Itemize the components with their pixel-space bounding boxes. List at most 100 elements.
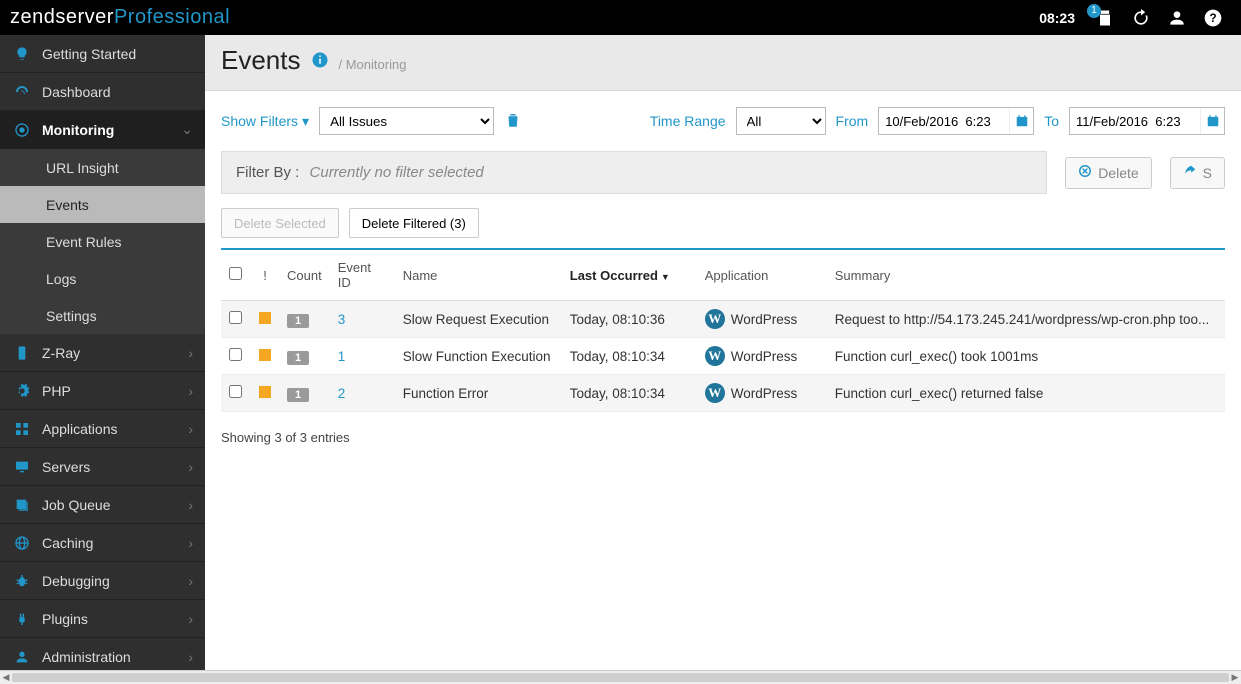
delete-label: Delete bbox=[1098, 165, 1138, 181]
col-severity[interactable]: ! bbox=[251, 249, 279, 301]
last-occurred: Today, 08:10:34 bbox=[562, 375, 697, 412]
time-range-select[interactable]: All bbox=[736, 107, 826, 135]
logo-professional: Professional bbox=[114, 6, 230, 28]
sidebar-item-label: Caching bbox=[42, 535, 188, 551]
sidebar-item-zray[interactable]: Z-Ray› bbox=[0, 334, 205, 372]
chevron-right-icon: › bbox=[188, 345, 193, 361]
sidebar-item-caching[interactable]: Caching› bbox=[0, 524, 205, 562]
bulb-icon bbox=[12, 46, 32, 62]
to-date-input[interactable] bbox=[1070, 108, 1200, 134]
summary: Function curl_exec() returned false bbox=[827, 375, 1225, 412]
sidebar-item-applications[interactable]: Applications› bbox=[0, 410, 205, 448]
show-filters-toggle[interactable]: Show Filters ▾ bbox=[221, 113, 309, 130]
chevron-right-icon: › bbox=[188, 649, 193, 665]
sidebar-item-label: Plugins bbox=[42, 611, 188, 627]
chevron-right-icon: › bbox=[188, 611, 193, 627]
event-id-link[interactable]: 1 bbox=[338, 349, 346, 364]
event-id-link[interactable]: 2 bbox=[338, 386, 346, 401]
table-row[interactable]: 11Slow Function ExecutionToday, 08:10:34… bbox=[221, 338, 1225, 375]
show-filters-label: Show Filters bbox=[221, 113, 298, 129]
col-name[interactable]: Name bbox=[395, 249, 562, 301]
share-button[interactable]: S bbox=[1170, 157, 1225, 189]
severity-indicator bbox=[259, 386, 271, 398]
user-icon bbox=[12, 649, 32, 665]
row-checkbox[interactable] bbox=[229, 348, 242, 361]
sidebar-subitem-event-rules[interactable]: Event Rules bbox=[0, 223, 205, 260]
content: Events / Monitoring Show Filters ▾ All I… bbox=[205, 35, 1241, 670]
sidebar-subitem-logs[interactable]: Logs bbox=[0, 260, 205, 297]
issues-select[interactable]: All Issues bbox=[319, 107, 494, 135]
delete-filtered-button[interactable]: Delete Filtered (3) bbox=[349, 208, 479, 238]
bug-icon bbox=[12, 573, 32, 589]
sidebar-item-administration[interactable]: Administration› bbox=[0, 638, 205, 670]
from-date-field[interactable] bbox=[878, 107, 1034, 135]
application-cell: WWordPress bbox=[705, 346, 819, 366]
user-icon[interactable] bbox=[1165, 6, 1189, 30]
sidebar-item-debugging[interactable]: Debugging› bbox=[0, 562, 205, 600]
row-checkbox[interactable] bbox=[229, 385, 242, 398]
col-count[interactable]: Count bbox=[279, 249, 330, 301]
sidebar-item-label: PHP bbox=[42, 383, 188, 399]
help-icon[interactable]: ? bbox=[1201, 6, 1225, 30]
breadcrumb: / Monitoring bbox=[339, 57, 407, 72]
svg-text:?: ? bbox=[1209, 12, 1216, 25]
calendar-icon[interactable] bbox=[1200, 108, 1224, 134]
count-badge: 1 bbox=[287, 351, 309, 365]
col-summary[interactable]: Summary bbox=[827, 249, 1225, 301]
sidebar-item-plugins[interactable]: Plugins› bbox=[0, 600, 205, 638]
notifications-icon[interactable]: 1 bbox=[1093, 6, 1117, 30]
info-icon[interactable] bbox=[311, 51, 329, 72]
sidebar-subitem-events[interactable]: Events bbox=[0, 186, 205, 223]
grid-icon bbox=[12, 421, 32, 437]
select-all-checkbox[interactable] bbox=[229, 267, 242, 280]
sidebar-item-label: Administration bbox=[42, 649, 188, 665]
sidebar-item-dashboard[interactable]: Dashboard bbox=[0, 73, 205, 111]
page-header: Events / Monitoring bbox=[205, 35, 1241, 91]
delete-button[interactable]: Delete bbox=[1065, 157, 1151, 189]
scroll-left-arrow[interactable]: ◀ bbox=[0, 671, 12, 684]
filter-current: Currently no filter selected bbox=[310, 164, 484, 181]
sidebar-item-label: Z-Ray bbox=[42, 345, 188, 361]
horizontal-scrollbar[interactable]: ◀ ▶ bbox=[0, 670, 1241, 684]
wordpress-icon: W bbox=[705, 383, 725, 403]
table-row[interactable]: 13Slow Request ExecutionToday, 08:10:36W… bbox=[221, 301, 1225, 338]
delete-selected-button[interactable]: Delete Selected bbox=[221, 208, 339, 238]
table-row[interactable]: 12Function ErrorToday, 08:10:34WWordPres… bbox=[221, 375, 1225, 412]
chevron-right-icon: › bbox=[188, 535, 193, 551]
scroll-right-arrow[interactable]: ▶ bbox=[1229, 671, 1241, 684]
sidebar-item-getting-started[interactable]: Getting Started bbox=[0, 35, 205, 73]
sidebar-item-php[interactable]: PHP› bbox=[0, 372, 205, 410]
monitor-icon bbox=[12, 459, 32, 475]
sidebar-item-label: Applications bbox=[42, 421, 188, 437]
trash-icon[interactable] bbox=[504, 111, 522, 132]
from-date-input[interactable] bbox=[879, 108, 1009, 134]
chevron-right-icon: › bbox=[188, 383, 193, 399]
sidebar-subitem-settings[interactable]: Settings bbox=[0, 297, 205, 334]
sidebar-item-servers[interactable]: Servers› bbox=[0, 448, 205, 486]
row-checkbox[interactable] bbox=[229, 311, 242, 324]
event-id-link[interactable]: 3 bbox=[338, 312, 346, 327]
refresh-icon[interactable] bbox=[1129, 6, 1153, 30]
sidebar-item-jobqueue[interactable]: Job Queue› bbox=[0, 486, 205, 524]
col-last-occurred[interactable]: Last Occurred▼ bbox=[562, 249, 697, 301]
sidebar-item-monitoring[interactable]: Monitoring⌄ bbox=[0, 111, 205, 149]
scroll-thumb[interactable] bbox=[12, 673, 1229, 682]
sidebar-item-label: Servers bbox=[42, 459, 188, 475]
chevron-down-icon: ⌄ bbox=[181, 121, 193, 138]
filter-summary-bar: Filter By : Currently no filter selected… bbox=[221, 151, 1225, 194]
sort-desc-icon: ▼ bbox=[661, 272, 670, 282]
col-eventid[interactable]: Event ID bbox=[330, 249, 395, 301]
severity-indicator bbox=[259, 312, 271, 324]
sidebar-item-label: Getting Started bbox=[42, 46, 193, 62]
share-icon bbox=[1183, 164, 1197, 181]
to-date-field[interactable] bbox=[1069, 107, 1225, 135]
summary: Request to http://54.173.245.241/wordpre… bbox=[827, 301, 1225, 338]
col-application[interactable]: Application bbox=[697, 249, 827, 301]
application-cell: WWordPress bbox=[705, 309, 819, 329]
calendar-icon[interactable] bbox=[1009, 108, 1033, 134]
col-last-label: Last Occurred bbox=[570, 268, 658, 283]
to-label: To bbox=[1044, 113, 1059, 129]
from-label: From bbox=[836, 113, 869, 129]
application-name: WordPress bbox=[731, 312, 798, 327]
sidebar-subitem-url-insight[interactable]: URL Insight bbox=[0, 149, 205, 186]
